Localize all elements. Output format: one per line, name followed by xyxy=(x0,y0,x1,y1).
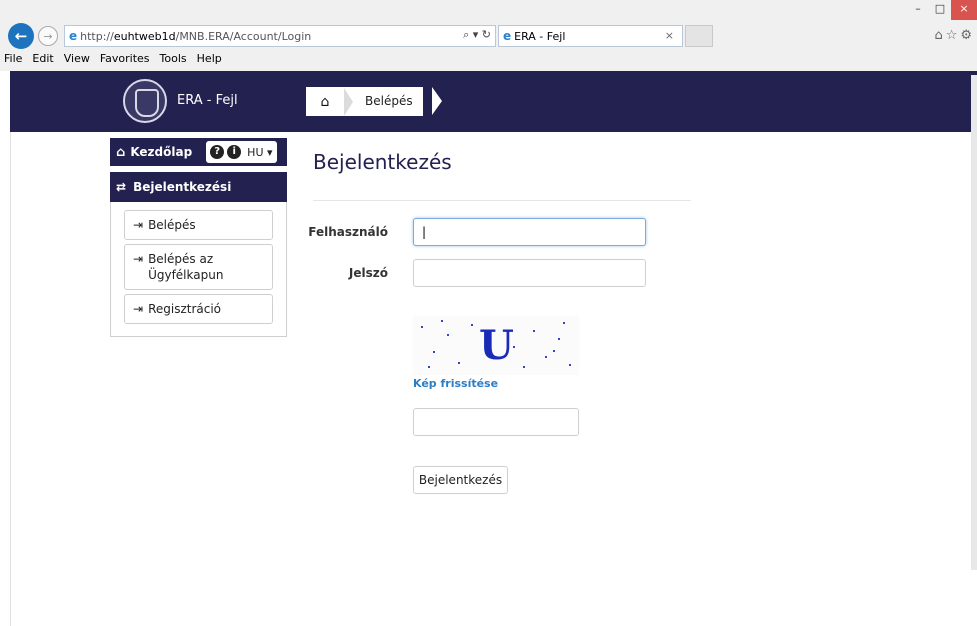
breadcrumb: ⌂ Belépés xyxy=(306,87,423,116)
sidebar-item-label: Regisztráció xyxy=(148,302,222,316)
home-icon: ⌂ xyxy=(116,144,126,160)
url-domain: euhtweb1d xyxy=(113,29,176,43)
sidebar-item-registration[interactable]: ⇥ Regisztráció xyxy=(124,294,273,324)
sidebar: ⌂ Kezdőlap ? i HU ▾ ⇄ Bejelentkezési ⇥ B… xyxy=(110,138,287,337)
title-divider xyxy=(313,200,691,201)
menu-bar: File Edit View Favorites Tools Help xyxy=(4,52,232,65)
sign-in-icon: ⇥ xyxy=(133,302,144,316)
sidebar-home[interactable]: ⌂ Kezdőlap ? i HU ▾ xyxy=(110,138,287,166)
address-tools[interactable]: ⌕ ▾ ↻ xyxy=(463,28,491,42)
home-star-gear-icons[interactable]: ⌂☆⚙ xyxy=(934,28,975,43)
page-title: Bejelentkezés xyxy=(313,150,452,174)
sidebar-item-login[interactable]: ⇥ Belépés xyxy=(124,210,273,240)
captcha-image: U xyxy=(413,316,579,375)
tab-ie-icon: e xyxy=(503,29,512,43)
tab-title: ERA - Fejl xyxy=(514,29,566,43)
swap-arrows-icon: ⇄ xyxy=(116,180,127,194)
username-field[interactable]: | xyxy=(413,218,646,246)
captcha-input[interactable] xyxy=(413,408,579,436)
forward-arrow-icon[interactable]: → xyxy=(38,26,58,46)
new-tab-button[interactable] xyxy=(685,25,713,47)
captcha-letter: U xyxy=(479,322,514,369)
minimize-button[interactable]: – xyxy=(907,0,929,20)
scrollbar[interactable] xyxy=(971,75,977,570)
url-path: /MNB.ERA/Account/Login xyxy=(175,29,312,43)
navigation-row: ← → e http://euhtweb1d/MNB.ERA/Account/L… xyxy=(8,23,713,49)
main-content: Bejelentkezés xyxy=(313,150,452,174)
menu-file[interactable]: File xyxy=(4,52,22,65)
breadcrumb-separator xyxy=(344,87,353,116)
login-button[interactable]: Bejelentkezés xyxy=(413,466,508,494)
window-controls: – □ × xyxy=(907,0,977,20)
breadcrumb-current: Belépés xyxy=(365,94,413,108)
content-frame-left xyxy=(10,132,11,626)
maximize-button[interactable]: □ xyxy=(929,0,951,20)
sidebar-item-ugyfelkapu[interactable]: ⇥ Belépés az Ügyfélkapun xyxy=(124,244,273,290)
sidebar-item-label: Belépés xyxy=(148,218,196,232)
sidebar-panel: ⇥ Belépés ⇥ Belépés az Ügyfélkapun ⇥ Reg… xyxy=(110,202,287,337)
breadcrumb-arrow xyxy=(432,87,442,115)
brand-title[interactable]: ERA - Fejl xyxy=(177,93,238,108)
close-window-button[interactable]: × xyxy=(951,0,977,20)
sidebar-home-label: Kezdőlap xyxy=(130,145,193,159)
sign-in-icon: ⇥ xyxy=(133,252,144,266)
tab-close-icon[interactable]: × xyxy=(665,29,674,42)
info-icon[interactable]: i xyxy=(227,145,242,159)
browser-chrome: – □ × ← → e http://euhtweb1d/MNB.ERA/Acc… xyxy=(0,0,977,71)
menu-tools[interactable]: Tools xyxy=(160,52,187,65)
username-label: Felhasználó xyxy=(308,225,388,239)
menu-edit[interactable]: Edit xyxy=(32,52,53,65)
menu-view[interactable]: View xyxy=(64,52,90,65)
address-bar[interactable]: e http://euhtweb1d/MNB.ERA/Account/Login… xyxy=(64,25,496,47)
sign-in-icon: ⇥ xyxy=(133,218,144,232)
language-dropdown[interactable]: HU ▾ xyxy=(247,146,272,159)
menu-favorites[interactable]: Favorites xyxy=(100,52,150,65)
home-icon[interactable]: ⌂ xyxy=(306,87,344,116)
captcha-refresh-link[interactable]: Kép frissítése xyxy=(413,377,498,390)
sidebar-section-label: Bejelentkezési xyxy=(133,180,232,194)
mnb-seal-logo[interactable] xyxy=(123,79,167,123)
sidebar-item-label: Belépés az Ügyfélkapun xyxy=(148,252,224,282)
menu-help[interactable]: Help xyxy=(197,52,222,65)
browser-tab[interactable]: e ERA - Fejl × xyxy=(498,25,683,47)
help-icon[interactable]: ? xyxy=(210,145,225,159)
site-header: ERA - Fejl ⌂ Belépés xyxy=(10,71,977,132)
password-label: Jelszó xyxy=(348,266,388,280)
password-field[interactable] xyxy=(413,259,646,287)
back-arrow-icon[interactable]: ← xyxy=(8,23,34,49)
sidebar-tools: ? i HU ▾ xyxy=(206,141,277,163)
internet-explorer-icon: e xyxy=(69,29,78,43)
url-prefix: http:// xyxy=(80,29,114,43)
sidebar-section-header[interactable]: ⇄ Bejelentkezési xyxy=(110,172,287,202)
